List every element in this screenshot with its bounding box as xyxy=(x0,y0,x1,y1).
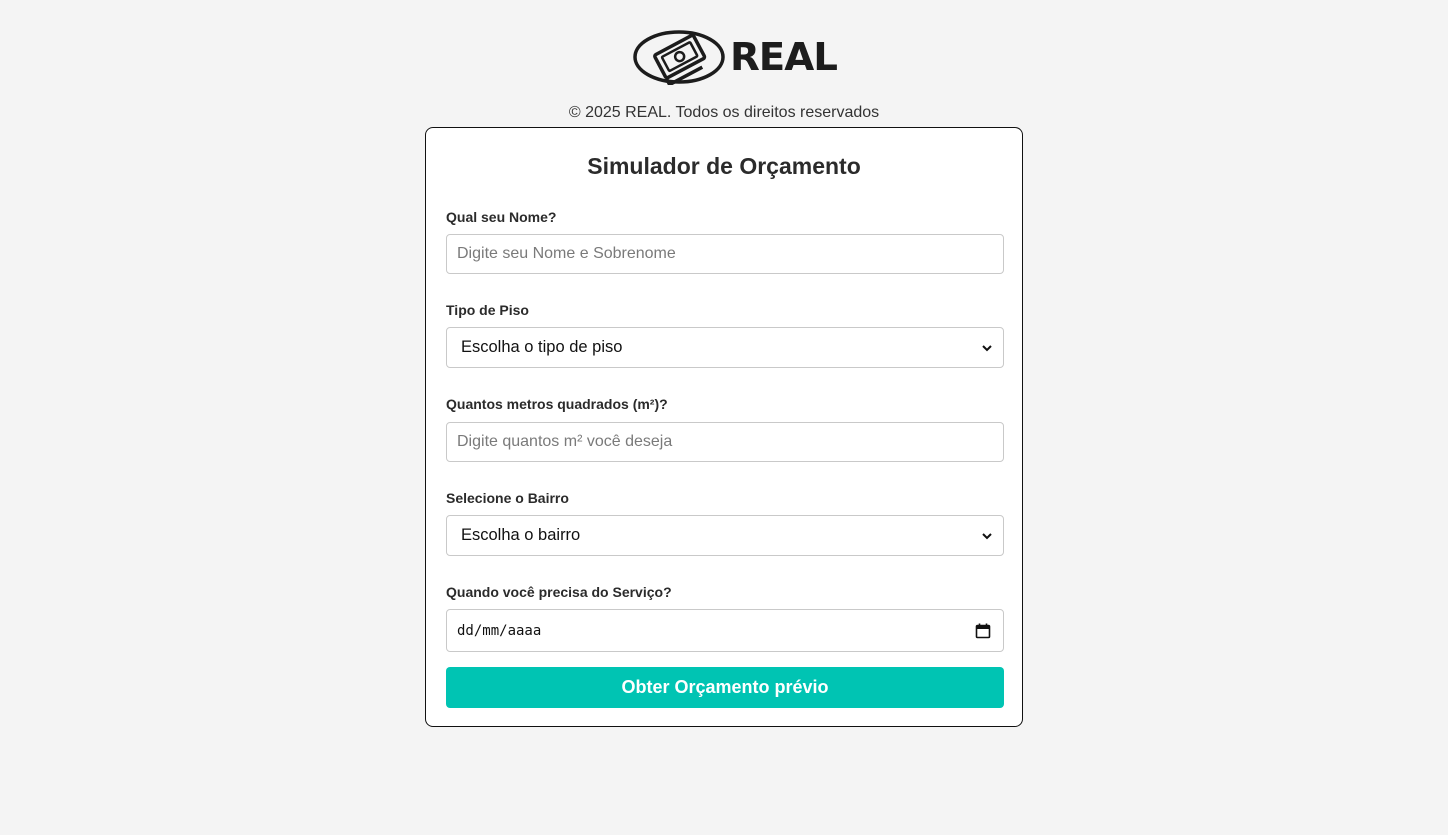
copyright-text: © 2025 REAL. Todos os direitos reservado… xyxy=(568,104,880,121)
neighborhood-label: Selecione o Bairro xyxy=(446,490,569,506)
name-input[interactable] xyxy=(446,234,1004,274)
date-label: Quando você precisa do Serviço? xyxy=(446,584,672,600)
neighborhood-selected-value: Escolha o bairro xyxy=(461,526,581,544)
brand-name: REAL xyxy=(729,35,838,79)
name-label: Qual seu Nome? xyxy=(446,209,557,225)
chevron-down-icon xyxy=(982,532,992,539)
calendar-icon[interactable] xyxy=(975,623,991,639)
brand-logo[interactable]: REAL xyxy=(633,29,838,85)
date-input[interactable]: dd/mm/aaaa xyxy=(446,609,1004,652)
floor-type-selected-value: Escolha o tipo de piso xyxy=(461,338,623,356)
floor-type-label: Tipo de Piso xyxy=(446,302,529,318)
floor-type-select[interactable]: Escolha o tipo de piso xyxy=(446,327,1004,368)
area-input[interactable] xyxy=(446,422,1004,462)
neighborhood-select[interactable]: Escolha o bairro xyxy=(446,515,1004,556)
date-value: dd/mm/aaaa xyxy=(457,622,542,639)
chevron-down-icon xyxy=(982,344,992,351)
form-title: Simulador de Orçamento xyxy=(587,153,861,179)
get-quote-button[interactable]: Obter Orçamento prévio xyxy=(446,667,1004,708)
area-label: Quantos metros quadrados (m²)? xyxy=(446,396,668,412)
wallet-money-logo-icon xyxy=(633,30,725,85)
